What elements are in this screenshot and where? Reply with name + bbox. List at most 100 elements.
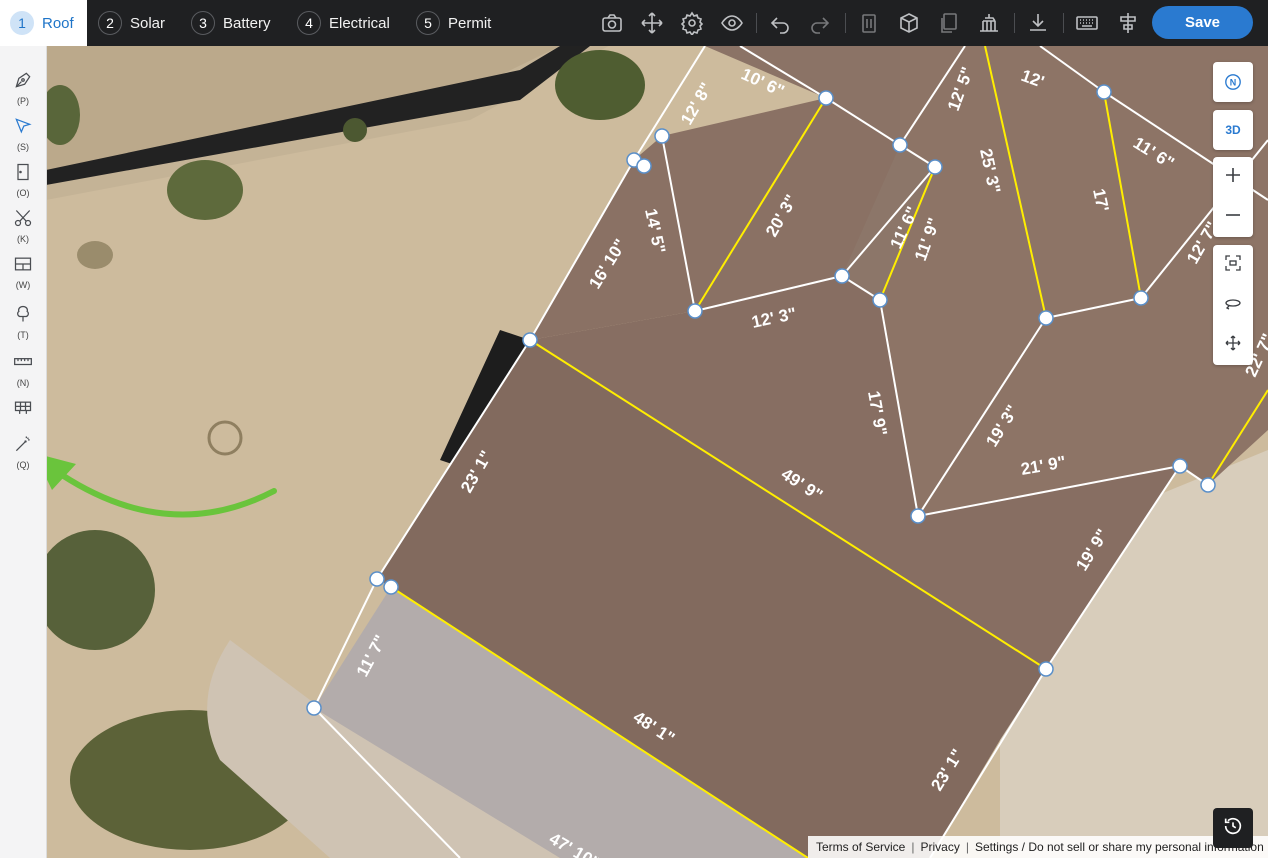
copy-icon[interactable] <box>937 11 961 35</box>
rotate-icon <box>1224 294 1242 317</box>
tree-tool[interactable]: (T) <box>0 304 46 340</box>
step-number: 4 <box>297 11 321 35</box>
save-button[interactable]: Save <box>1152 6 1253 39</box>
fit-view-button[interactable] <box>1213 245 1253 285</box>
step-number: 5 <box>416 11 440 35</box>
magic-tool[interactable]: (Q) <box>0 434 46 470</box>
step-solar[interactable]: 2 Solar <box>98 0 165 46</box>
pan-view-button[interactable] <box>1213 325 1253 365</box>
plus-icon <box>1224 166 1242 189</box>
vertex-handle[interactable] <box>834 268 850 284</box>
terms-link[interactable]: Terms of Service <box>816 840 905 854</box>
map-attribution: Terms of Service | Privacy | Settings / … <box>808 836 1268 858</box>
map-canvas[interactable]: 10' 6" 12' 8" 12' 5" 12' 25' 3" 11' 6" 1… <box>46 46 1268 858</box>
step-roof[interactable]: 1 Roof <box>0 0 87 46</box>
compass-label: N <box>1230 78 1237 88</box>
download-icon[interactable] <box>1026 11 1050 35</box>
step-label: Solar <box>130 14 166 32</box>
ruler-icon <box>13 352 33 377</box>
shortcut-label: (Q) <box>16 460 30 470</box>
compass-control[interactable]: N <box>1213 62 1253 102</box>
pan-icon <box>1224 334 1242 357</box>
toolbar-divider <box>756 13 757 33</box>
select-tool[interactable]: (S) <box>0 116 46 152</box>
footer-separator: | <box>965 840 969 854</box>
vertex-handle[interactable] <box>522 332 538 348</box>
roof-drawing[interactable]: 10' 6" 12' 8" 12' 5" 12' 25' 3" 11' 6" 1… <box>46 46 1268 858</box>
wall-icon <box>13 254 33 279</box>
vertex-handle[interactable] <box>910 508 926 524</box>
align-icon[interactable] <box>1116 11 1140 35</box>
step-number: 3 <box>191 11 215 35</box>
fit-screen-icon <box>1224 254 1242 277</box>
step-electrical[interactable]: 4 Electrical <box>297 0 390 46</box>
step-number: 1 <box>10 11 34 35</box>
vertex-handle[interactable] <box>1096 84 1112 100</box>
eye-icon[interactable] <box>720 11 744 35</box>
undo-icon[interactable] <box>768 11 792 35</box>
step-permit[interactable]: 5 Permit <box>416 0 491 46</box>
view-3d-label: 3D <box>1225 123 1241 137</box>
vertex-handle[interactable] <box>927 159 943 175</box>
solar-panel-icon <box>13 398 33 423</box>
view3d-control[interactable]: 3D <box>1213 110 1253 150</box>
vertex-handle[interactable] <box>818 90 834 106</box>
rotate-view-button[interactable] <box>1213 285 1253 325</box>
step-label: Battery <box>223 14 271 32</box>
shortcut-label: (S) <box>17 142 29 152</box>
magic-wand-icon <box>13 434 33 459</box>
toolbar-divider <box>845 13 846 33</box>
vertex-handle[interactable] <box>1038 310 1054 326</box>
vertex-handle[interactable] <box>636 158 652 174</box>
trash-icon[interactable] <box>857 11 881 35</box>
view-tools-control <box>1213 245 1253 365</box>
vertex-handle[interactable] <box>1133 290 1149 306</box>
shortcut-label: (T) <box>17 330 29 340</box>
top-toolbar: 1 Roof 2 Solar 3 Battery 4 Electrical 5 … <box>0 0 1268 46</box>
cursor-icon <box>13 116 33 141</box>
move-icon[interactable] <box>640 11 664 35</box>
vertex-handle[interactable] <box>872 292 888 308</box>
scissors-icon <box>13 208 33 233</box>
compass-button[interactable]: N <box>1213 62 1253 102</box>
vertex-handle[interactable] <box>687 303 703 319</box>
gear-icon[interactable] <box>680 11 704 37</box>
vertex-handle[interactable] <box>1200 477 1216 493</box>
redo-icon[interactable] <box>808 11 832 35</box>
vertex-handle[interactable] <box>369 571 385 587</box>
obstruction-tool[interactable]: (O) <box>0 162 46 198</box>
tree-icon <box>13 304 33 329</box>
shortcut-label: (O) <box>16 188 30 198</box>
view-3d-button[interactable]: 3D <box>1213 110 1253 150</box>
history-button[interactable] <box>1213 808 1253 848</box>
privacy-link[interactable]: Privacy <box>920 840 959 854</box>
zoom-in-button[interactable] <box>1213 157 1253 197</box>
pen-tool[interactable]: (P) <box>0 70 46 106</box>
history-icon <box>1222 815 1244 842</box>
step-label: Electrical <box>329 14 390 32</box>
vertex-handle[interactable] <box>654 128 670 144</box>
vertex-handle[interactable] <box>306 700 322 716</box>
vertex-handle[interactable] <box>383 579 399 595</box>
pen-icon <box>13 70 33 95</box>
zoom-out-button[interactable] <box>1213 197 1253 237</box>
cube-icon[interactable] <box>897 11 921 35</box>
step-battery[interactable]: 3 Battery <box>191 0 271 46</box>
footer-separator: | <box>911 840 915 854</box>
step-number: 2 <box>98 11 122 35</box>
cut-tool[interactable]: (K) <box>0 208 46 244</box>
left-toolbar: (P) (S) (O) (K) (W) (T) (N) (Q) <box>0 46 47 858</box>
vertex-handle[interactable] <box>1172 458 1188 474</box>
minus-icon <box>1224 206 1242 229</box>
wall-tool[interactable]: (W) <box>0 254 46 290</box>
shortcut-label: (P) <box>17 96 29 106</box>
measure-tool[interactable]: (N) <box>0 352 46 388</box>
keyboard-icon[interactable] <box>1075 11 1099 35</box>
camera-icon[interactable] <box>600 11 624 35</box>
vertex-handle[interactable] <box>1038 661 1054 677</box>
vertex-handle[interactable] <box>892 137 908 153</box>
toolbar-divider <box>1014 13 1015 33</box>
panel-tool[interactable] <box>0 398 46 423</box>
shortcut-label: (W) <box>15 280 31 290</box>
structure-icon[interactable] <box>977 11 1001 35</box>
